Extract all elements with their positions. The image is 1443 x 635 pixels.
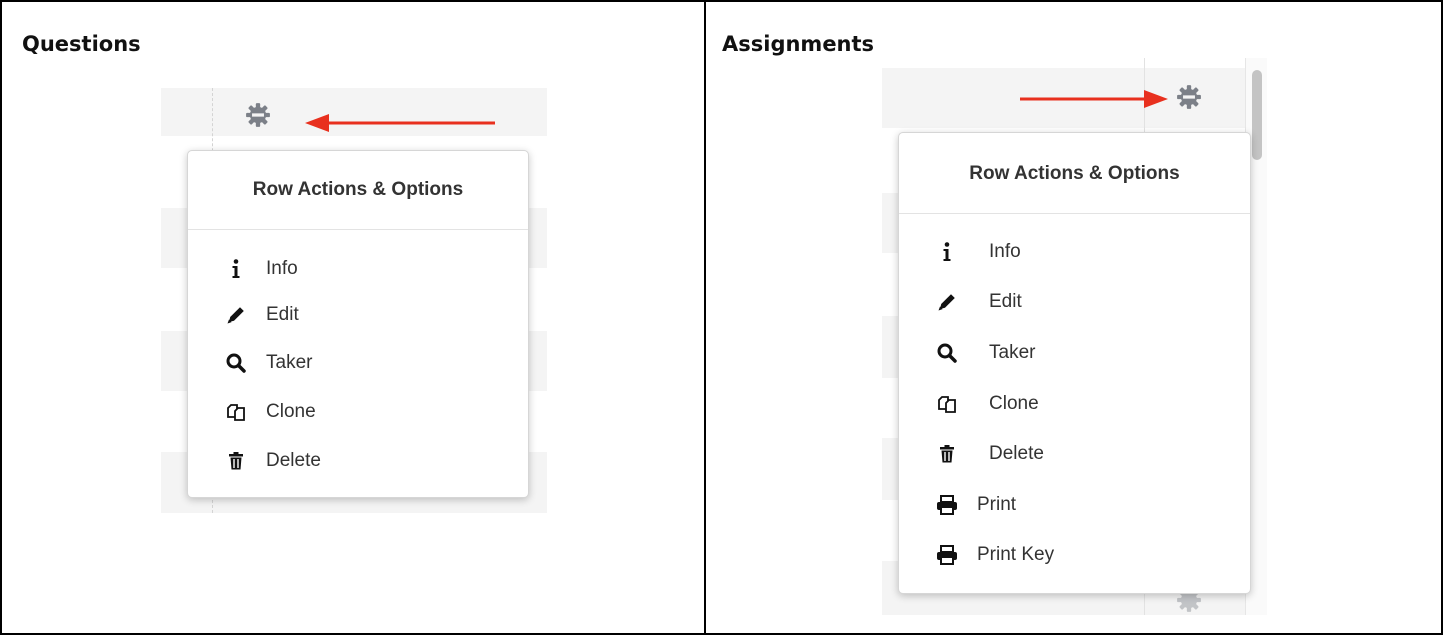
scrollbar-thumb[interactable]	[1252, 70, 1262, 160]
menu-item-info[interactable]: Info	[899, 235, 1250, 269]
questions-panel-title: Questions	[22, 32, 141, 56]
menu-item-info[interactable]: Info	[188, 252, 528, 286]
gear-icon[interactable]	[1176, 84, 1202, 110]
menu-item-label: Print	[977, 494, 1017, 515]
print-icon	[935, 493, 959, 517]
menu-item-label: Print Key	[977, 544, 1055, 565]
row-actions-menu: Row Actions & Options Info Edit Taker Cl…	[898, 132, 1251, 594]
menu-item-edit[interactable]: Edit	[899, 285, 1250, 319]
menu-item-clone[interactable]: Clone	[899, 387, 1250, 421]
menu-item-label: Clone	[266, 401, 316, 422]
info-icon	[224, 257, 248, 281]
search-icon	[935, 341, 959, 365]
assignments-panel-title: Assignments	[722, 32, 875, 56]
clone-icon	[935, 392, 959, 416]
menu-item-label: Clone	[989, 393, 1039, 414]
menu-item-label: Taker	[266, 352, 313, 373]
pointer-arrow	[1020, 90, 1168, 108]
menu-item-print[interactable]: Print	[899, 488, 1250, 522]
assignments-screenshot: Row Actions & Options Info Edit Taker Cl…	[882, 58, 1267, 615]
menu-item-edit[interactable]: Edit	[188, 298, 528, 332]
menu-item-label: Delete	[989, 443, 1044, 464]
trash-icon	[224, 449, 248, 473]
menu-item-label: Edit	[989, 291, 1022, 312]
search-icon	[224, 351, 248, 375]
menu-item-label: Taker	[989, 342, 1036, 363]
menu-title: Row Actions & Options	[252, 179, 464, 200]
menu-item-label: Edit	[266, 304, 299, 325]
menu-item-taker[interactable]: Taker	[188, 346, 528, 380]
menu-item-delete[interactable]: Delete	[899, 437, 1250, 471]
menu-divider	[899, 213, 1250, 214]
pointer-arrow	[305, 114, 495, 132]
menu-item-clone[interactable]: Clone	[188, 395, 528, 429]
menu-divider	[188, 229, 528, 230]
info-icon	[935, 240, 959, 264]
pencil-icon	[935, 290, 959, 314]
questions-panel: Questions Row Actions & Options Info Edi…	[0, 0, 706, 635]
menu-item-taker[interactable]: Taker	[899, 336, 1250, 370]
gear-icon[interactable]	[245, 102, 271, 128]
assignments-panel: Assignments Row Actions & Options Info E…	[704, 0, 1443, 635]
menu-title: Row Actions & Options	[969, 163, 1180, 184]
menu-item-label: Info	[266, 258, 298, 279]
menu-item-print-key[interactable]: Print Key	[899, 538, 1250, 572]
print-key-icon	[935, 543, 959, 567]
clone-icon	[224, 400, 248, 424]
trash-icon	[935, 442, 959, 466]
row-actions-menu: Row Actions & Options Info Edit Taker Cl…	[187, 150, 529, 498]
menu-item-label: Delete	[266, 450, 321, 471]
pencil-icon	[224, 303, 248, 327]
questions-screenshot: Row Actions & Options Info Edit Taker Cl…	[161, 88, 547, 513]
menu-item-label: Info	[989, 241, 1021, 262]
menu-item-delete[interactable]: Delete	[188, 444, 528, 478]
